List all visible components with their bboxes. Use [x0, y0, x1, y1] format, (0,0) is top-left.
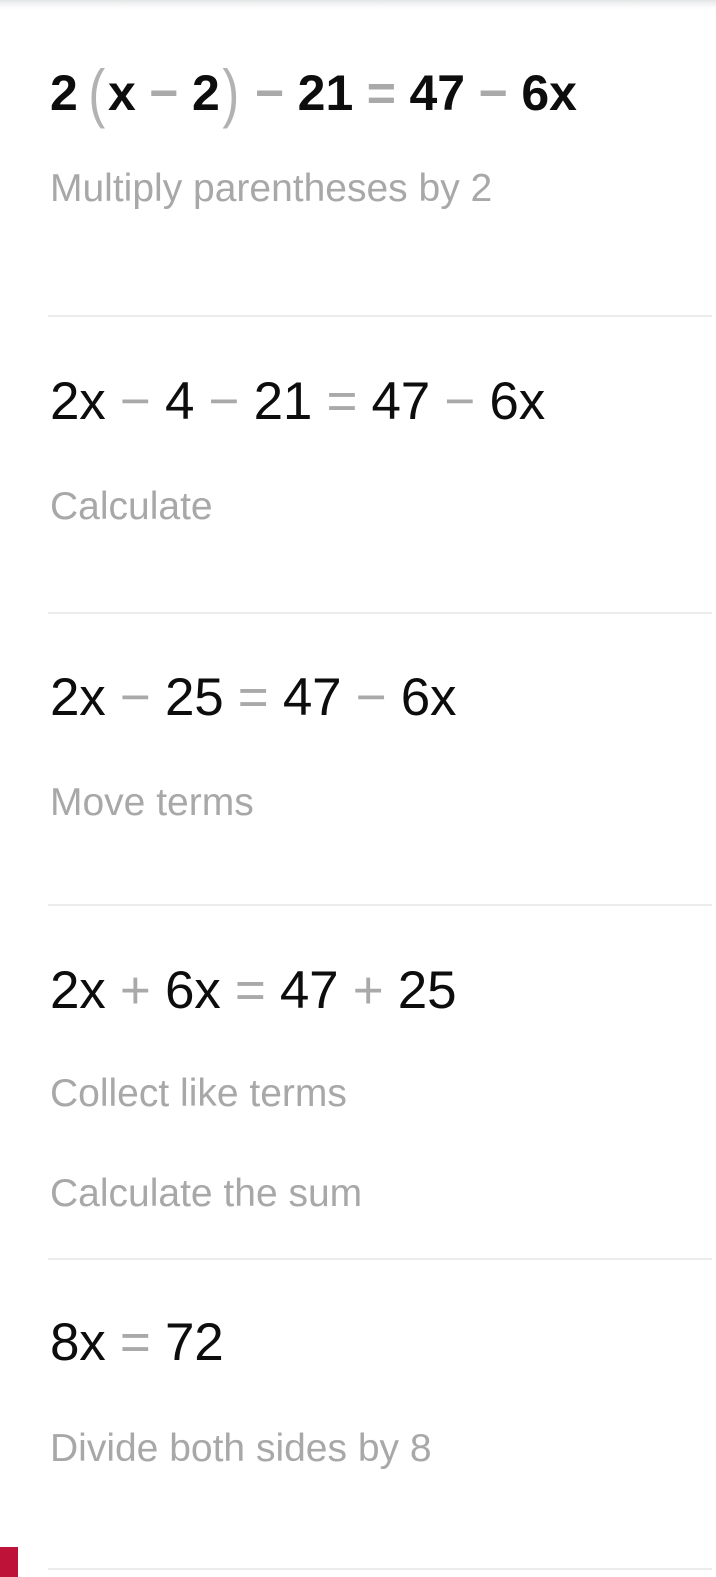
- equation-operator: −: [119, 372, 151, 431]
- equation-operator: −: [355, 668, 387, 727]
- equation-term: 6x: [164, 961, 221, 1020]
- equation-term: 2: [50, 65, 78, 121]
- equation-operator: =: [234, 961, 266, 1020]
- step-hint: Collect like terms: [50, 1072, 347, 1115]
- equation-term: 47: [282, 668, 342, 727]
- equation-operator: =: [326, 372, 358, 431]
- step-hint: Calculate: [50, 485, 213, 528]
- solution-step[interactable]: 2x −4−21 = 47−6x Calculate: [0, 317, 716, 614]
- step-equation: 8x = 72: [50, 1260, 702, 1369]
- step-equation: 2 (x −2) −21 = 47−6x: [50, 55, 577, 129]
- equation-term: x: [107, 65, 136, 121]
- equation-term: 47: [409, 65, 466, 121]
- equation-term: 6x: [489, 372, 545, 431]
- equation-operator: =: [119, 1313, 151, 1372]
- equation-term: 47: [279, 961, 339, 1020]
- equation-term: 2x: [50, 372, 106, 431]
- equation-operator: −: [254, 65, 285, 121]
- equation-term: 47: [371, 372, 431, 431]
- step-hint: Multiply parentheses by 2: [50, 167, 493, 210]
- equation-term: 2x: [50, 961, 106, 1020]
- step-equation: 2x −4−21 = 47−6x: [50, 317, 702, 428]
- step-equation: 2x −25 = 47−6x: [50, 614, 702, 724]
- equation-operator: =: [366, 65, 396, 121]
- equation-term: 6x: [400, 668, 457, 727]
- equation-operator: −: [208, 372, 240, 431]
- step-equation: 2x +6x = 47 +25: [50, 906, 702, 1017]
- equation-term: 25: [164, 668, 224, 727]
- equation-operator: −: [149, 65, 179, 121]
- equation-operator: +: [352, 961, 384, 1020]
- equation-operator: =: [237, 668, 269, 727]
- equation-term: 21: [253, 372, 313, 431]
- solution-step[interactable]: 8x = 72 Divide both sides by 8: [0, 1260, 716, 1570]
- accent-marker: [0, 1547, 18, 1577]
- equation-term: 4: [164, 372, 195, 431]
- step-hint-secondary: Calculate the sum: [50, 1171, 363, 1215]
- equation-term: 72: [164, 1313, 224, 1372]
- equation-term: 21: [297, 65, 354, 121]
- equation-term: 25: [397, 961, 457, 1020]
- solution-step[interactable]: 2x −25 = 47−6x Move terms: [0, 614, 716, 906]
- equation-operator: −: [119, 668, 151, 727]
- equation-term: 6x: [521, 65, 577, 121]
- step-hint: Divide both sides by 8: [50, 1427, 432, 1470]
- equation-term: 2x: [50, 668, 106, 727]
- equation-operator: −: [444, 372, 476, 431]
- solution-step[interactable]: 2 (x −2) −21 = 47−6x Multiply parentheses by …: [0, 10, 716, 317]
- solution-step[interactable]: 2x +6x = 47 +25 Collect like terms Calculate…: [0, 906, 716, 1260]
- equation-operator: −: [478, 65, 508, 121]
- equation-term: 2: [191, 65, 220, 121]
- step-divider: [48, 1568, 712, 1570]
- equation-operator: +: [119, 961, 151, 1020]
- step-hint: Move terms: [50, 781, 254, 824]
- equation-term: 8x: [50, 1313, 106, 1372]
- solution-steps-list: 2 (x −2) −21 = 47−6x Multiply parentheses by …: [0, 0, 716, 1570]
